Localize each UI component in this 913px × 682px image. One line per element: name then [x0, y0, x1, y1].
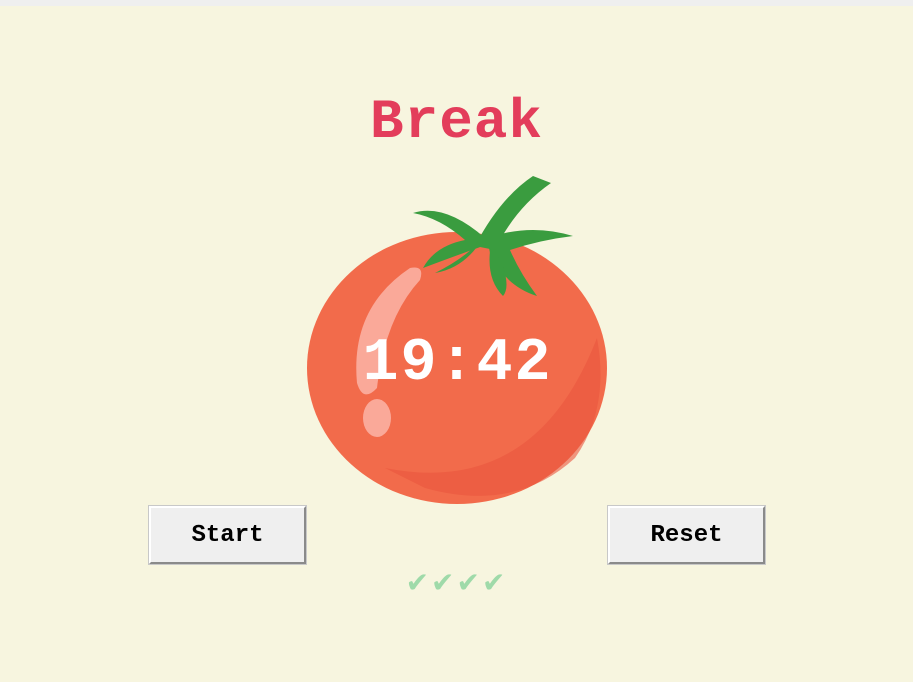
timer-display: 19:42 [362, 330, 553, 398]
session-checkmarks: ✔✔✔✔ [405, 566, 508, 599]
tomato-timer: 19:42 [305, 168, 610, 513]
mode-title: Break [369, 90, 544, 154]
start-button[interactable]: Start [149, 506, 306, 564]
window-top-strip [0, 0, 913, 6]
tomato-highlight-small [363, 399, 391, 437]
reset-button[interactable]: Reset [608, 506, 765, 564]
